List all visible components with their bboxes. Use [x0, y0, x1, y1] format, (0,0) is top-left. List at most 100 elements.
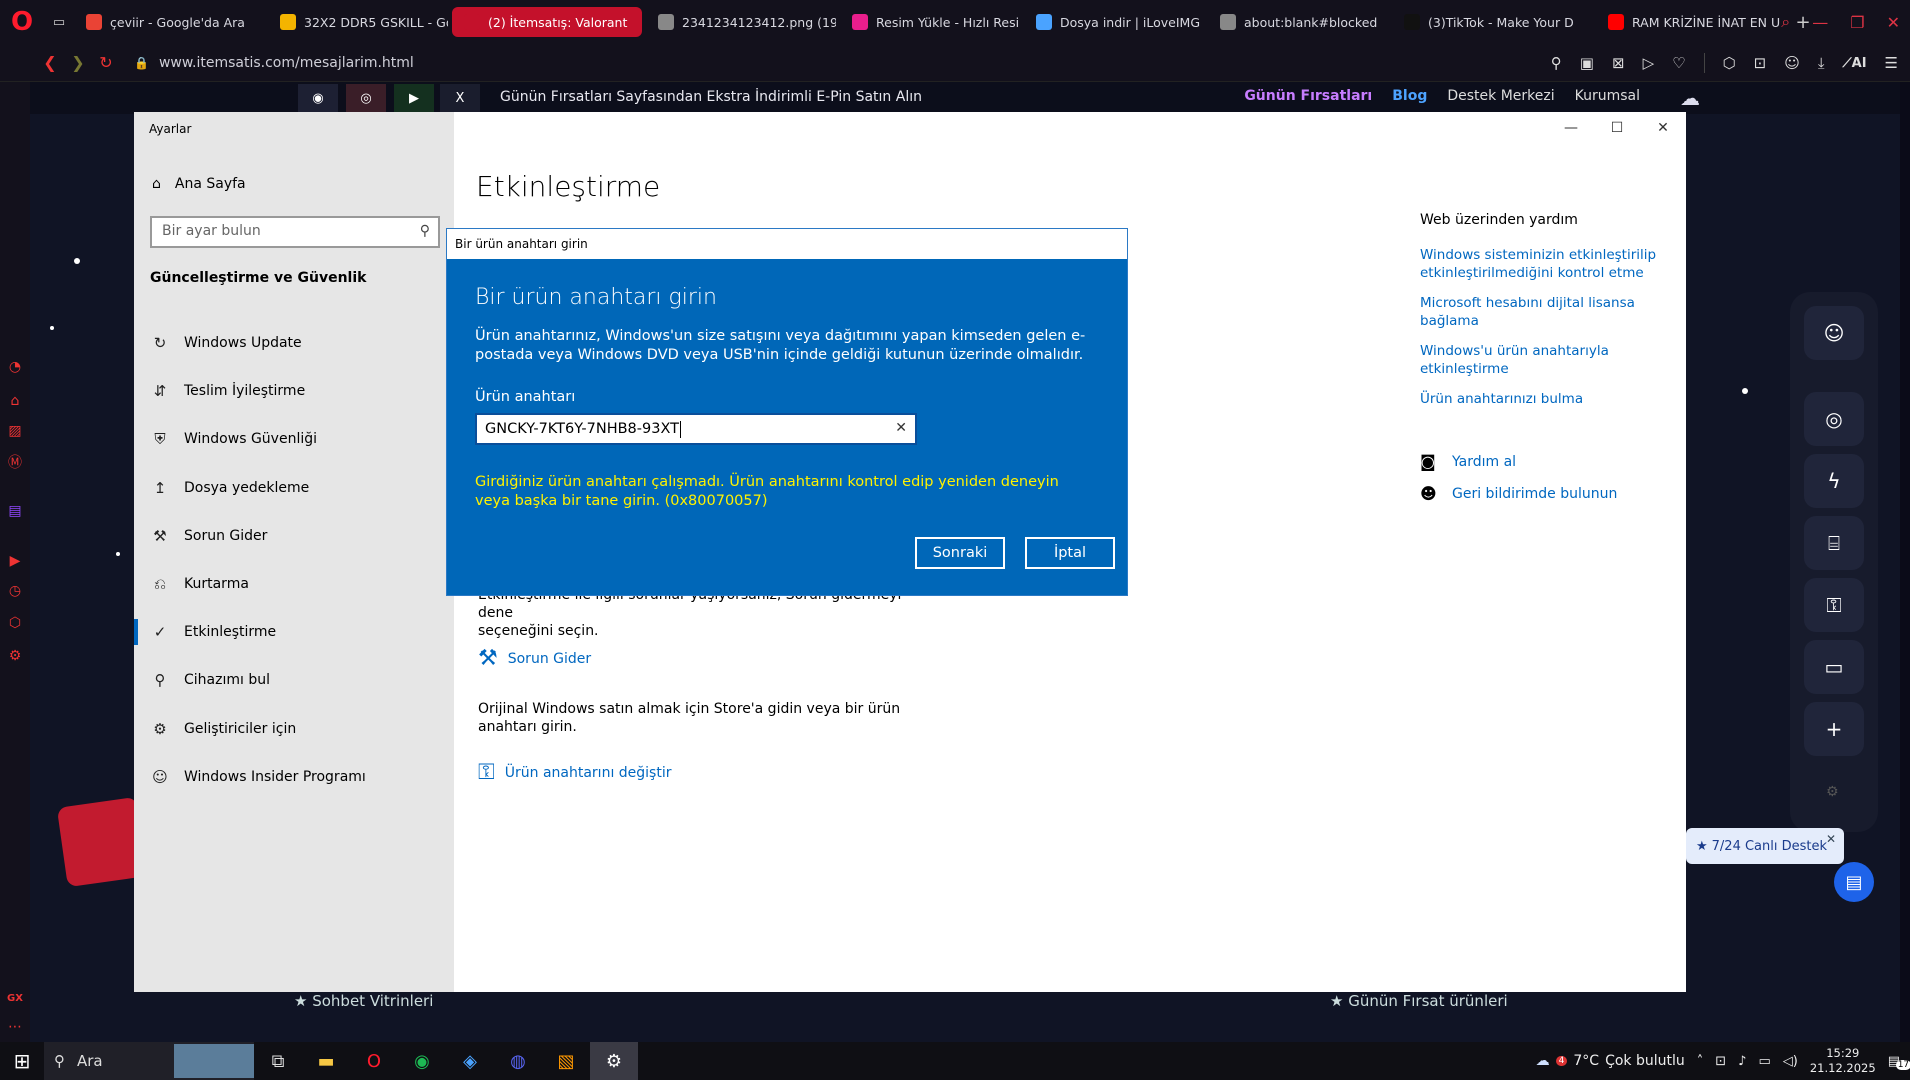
chat-button[interactable]: ▤	[1834, 862, 1874, 902]
home-link[interactable]: ⌂ Ana Sayfa	[152, 176, 246, 192]
instagram-rail-icon[interactable]: ◎	[1804, 392, 1864, 446]
settings-taskbar-icon[interactable]: ⚙	[590, 1042, 638, 1080]
discord-icon[interactable]: ◉	[298, 84, 338, 112]
get-help-link[interactable]: ◙ Yardım al	[1420, 452, 1516, 471]
tab-islands-icon[interactable]: ▭	[44, 15, 74, 30]
opera-logo-icon[interactable]: O	[0, 0, 44, 44]
browser-tab[interactable]: Dosya indir | iLoveIMG	[1024, 7, 1204, 37]
browser-tab[interactable]: (2) İtemsatış: Valorant	[452, 7, 642, 37]
heart-icon[interactable]: ♡	[1672, 54, 1685, 72]
profile-icon[interactable]: ☺	[1784, 54, 1800, 72]
forward-button[interactable]: ❯	[64, 53, 92, 72]
feedback-link[interactable]: ☻ Geri bildirimde bulunun	[1420, 484, 1617, 503]
help-link[interactable]: Microsoft hesabını dijital lisansa bağla…	[1420, 294, 1670, 330]
browser-tab[interactable]: 32X2 DDR5 GSKILL - Go	[268, 7, 448, 37]
sidebar-item[interactable]: ⚲ Cihazımı bul	[150, 671, 270, 689]
sohbet-vitrinleri-tab[interactable]: ★ Sohbet Vitrinleri	[294, 992, 433, 1022]
app-icon[interactable]: ◈	[446, 1042, 494, 1080]
shop-icon[interactable]: ⌂	[6, 392, 24, 410]
opera-taskbar-icon[interactable]: O	[350, 1042, 398, 1080]
settings-search-input[interactable]: Bir ayar bulun ⚲	[150, 216, 440, 248]
download-icon[interactable]: ⤓	[1818, 54, 1825, 72]
nav-support[interactable]: Destek Merkezi	[1447, 88, 1554, 104]
extensions-icon[interactable]: ⬡	[1723, 54, 1736, 72]
volume-icon[interactable]: ◁)	[1783, 1054, 1798, 1069]
promo-text[interactable]: Günün Fırsatları Sayfasından Ekstra İndi…	[500, 89, 922, 105]
settings-rail-icon[interactable]: ⚙	[1826, 784, 1839, 800]
weather-widget[interactable]: ☁ 4 7°C Çok bulutlu	[1536, 1053, 1685, 1069]
screenshot-icon[interactable]: ⊡	[1754, 54, 1767, 72]
more-icon[interactable]: ⋯	[6, 1018, 24, 1036]
sidebar-item[interactable]: ✓ Etkinleştirme	[133, 619, 276, 645]
start-button[interactable]: ⊞	[0, 1049, 44, 1073]
network-icon[interactable]: ▭	[1758, 1054, 1770, 1069]
live-support-badge[interactable]: ★ 7/24 Canlı Destek ✕	[1686, 828, 1844, 864]
meet-icon[interactable]: ⊡	[1715, 1054, 1726, 1069]
sidebar-item[interactable]: ☺ Windows Insider Programı	[150, 768, 366, 786]
url-field[interactable]: 🔒 www.itemsatis.com/mesajlarim.html	[134, 55, 414, 71]
extensions-sidebar-icon[interactable]: ⬡	[6, 614, 24, 632]
browser-tab[interactable]: (3)TikTok - Make Your D	[1392, 7, 1592, 37]
nav-blog[interactable]: Blog	[1392, 88, 1427, 104]
nav-corporate[interactable]: Kurumsal	[1575, 88, 1640, 104]
messenger-icon[interactable]: Ⓜ	[6, 454, 24, 472]
clock[interactable]: 15:29 21.12.2025	[1810, 1046, 1876, 1076]
chevron-up-icon[interactable]: ˄	[1697, 1054, 1704, 1069]
ai-button[interactable]: ⟋AI	[1843, 56, 1867, 71]
reload-button[interactable]: ↻	[92, 53, 120, 72]
help-link[interactable]: Windows sisteminizin etkinleştirilip etk…	[1420, 246, 1670, 282]
browser-tab[interactable]: about:blank#blocked	[1208, 7, 1388, 37]
taskbar-search[interactable]: ⚲ Ara	[44, 1042, 254, 1080]
flash-icon[interactable]: ϟ	[1804, 454, 1864, 508]
menu-icon[interactable]: ☰	[1885, 54, 1898, 72]
back-button[interactable]: ❮	[36, 53, 64, 72]
next-button[interactable]: Sonraki	[915, 537, 1005, 569]
sidebar-item[interactable]: ↥ Dosya yedekleme	[150, 479, 310, 497]
restore-icon[interactable]: ❐	[1850, 13, 1864, 32]
adblock-icon[interactable]: ⊠	[1612, 54, 1625, 72]
settings-sidebar-icon[interactable]: ⚙	[6, 647, 24, 665]
wallet-icon[interactable]: ▭	[1804, 640, 1864, 694]
sidebar-item[interactable]: ⇵ Teslim İyileştirme	[150, 382, 305, 400]
minimize-icon[interactable]: —	[1812, 13, 1828, 32]
pin-icon[interactable]: ⚲	[1551, 54, 1562, 72]
help-link[interactable]: Ürün anahtarınızı bulma	[1420, 390, 1670, 408]
troubleshoot-link[interactable]: ⚒ Sorun Gider	[478, 646, 591, 671]
mic-icon[interactable]: ♪	[1738, 1054, 1746, 1069]
player-sidebar-icon[interactable]: ▶	[6, 552, 24, 570]
cancel-button[interactable]: İptal	[1025, 537, 1115, 569]
gift-icon[interactable]: ⌸	[1804, 516, 1864, 570]
change-key-link[interactable]: ⚿ Ürün anahtarını değiştir	[478, 760, 672, 785]
sidebar-item[interactable]: ⎌ Kurtarma	[150, 575, 249, 593]
browser-tab[interactable]: Resim Yükle - Hızlı Resi	[840, 7, 1020, 37]
search-tabs-icon[interactable]: ⌕	[1781, 12, 1790, 32]
youtube-icon[interactable]: ▶	[394, 84, 434, 112]
minimize-icon[interactable]: —	[1548, 112, 1594, 144]
close-icon[interactable]: ✕	[1640, 112, 1686, 144]
close-icon[interactable]: ✕	[1887, 13, 1900, 32]
sidebar-item[interactable]: ↻ Windows Update	[150, 334, 302, 352]
discord-taskbar-icon[interactable]: ◍	[494, 1042, 542, 1080]
browser-tab[interactable]: 2341234123412.png (19	[646, 7, 836, 37]
maximize-icon[interactable]: ☐	[1594, 112, 1640, 144]
speed-dial-icon[interactable]: ◔	[6, 358, 24, 376]
browser-tab[interactable]: RAM KRİZİNE İNAT EN U	[1596, 7, 1786, 37]
file-explorer-icon[interactable]: ▬	[302, 1042, 350, 1080]
snapshot-icon[interactable]: ▣	[1580, 54, 1594, 72]
sidebar-item[interactable]: ⛨ Windows Güvenliği	[150, 430, 317, 448]
player-icon[interactable]: ▷	[1643, 54, 1655, 72]
nav-deals[interactable]: Günün Fırsatları	[1244, 88, 1372, 104]
task-view-icon[interactable]: ⧉	[254, 1042, 302, 1080]
browser-tab[interactable]: çeviir - Google'da Ara	[74, 7, 264, 37]
x-icon[interactable]: X	[440, 84, 480, 112]
sidebar-item[interactable]: ⚒ Sorun Gider	[150, 527, 267, 545]
bookmark-icon[interactable]: ▨	[6, 422, 24, 440]
spotify-icon[interactable]: ◉	[398, 1042, 446, 1080]
sublime-icon[interactable]: ▧	[542, 1042, 590, 1080]
notifications-icon[interactable]: ▤ 17	[1888, 1054, 1910, 1070]
sidebar-item[interactable]: ⚙ Geliştiriciler için	[150, 720, 296, 738]
key-icon[interactable]: ⚿	[1804, 578, 1864, 632]
twitch-icon[interactable]: ▤	[6, 502, 24, 520]
product-key-input[interactable]: GNCKY-7KT6Y-7NHB8-93XT ✕	[475, 413, 917, 445]
user-icon[interactable]: ☺	[1804, 306, 1864, 360]
